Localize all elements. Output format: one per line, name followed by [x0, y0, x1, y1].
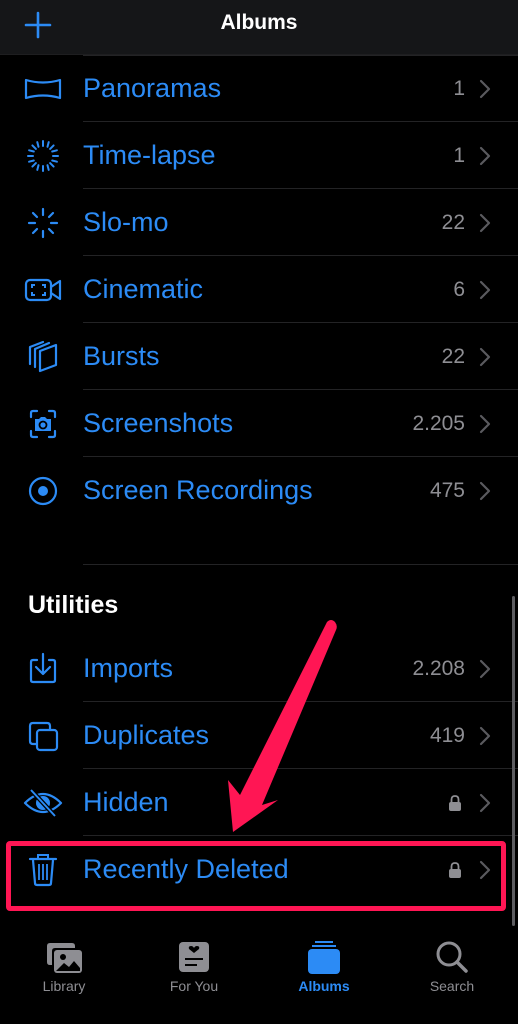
albums-list: Panoramas 1 Time-lapse 1 Slo-mo 22 Cinem…: [0, 55, 518, 903]
utility-label: Hidden: [83, 787, 169, 817]
utilities-section-header: Utilities: [0, 571, 518, 635]
album-row-screen-recordings[interactable]: Screen Recordings 475: [0, 457, 518, 524]
page-title: Albums: [220, 11, 298, 34]
tab-library[interactable]: Library: [14, 940, 114, 1010]
tab-label: Search: [429, 978, 475, 994]
import-icon: [29, 652, 57, 683]
album-label: Screen Recordings: [83, 475, 313, 505]
chevron-right-icon: [479, 860, 491, 879]
slomo-icon: [27, 207, 59, 238]
tab-label: Library: [42, 978, 86, 994]
album-label: Cinematic: [83, 274, 204, 304]
tab-albums[interactable]: Albums: [274, 940, 374, 1010]
utility-row-imports[interactable]: Imports 2.208: [0, 635, 518, 702]
for-you-icon: [179, 942, 209, 972]
utility-label: Duplicates: [83, 720, 210, 750]
album-count: 2.205: [412, 411, 465, 435]
album-label: Time-lapse: [83, 140, 216, 170]
chevron-right-icon: [479, 347, 491, 366]
album-count: 1: [453, 76, 465, 100]
screenshot-icon: [29, 409, 57, 438]
tab-for-you[interactable]: For You: [144, 940, 244, 1010]
chevron-right-icon: [479, 146, 491, 165]
scrollbar[interactable]: [512, 596, 515, 926]
section-separator: [83, 564, 518, 565]
album-label: Screenshots: [83, 408, 234, 438]
album-count: 475: [429, 478, 465, 502]
album-row-slo-mo[interactable]: Slo-mo 22: [0, 189, 518, 256]
utility-label: Imports: [83, 653, 174, 683]
utility-label: Recently Deleted: [83, 854, 289, 884]
navigation-bar: Albums: [0, 0, 518, 55]
album-row-cinematic[interactable]: Cinematic 6: [0, 256, 518, 323]
utility-row-recently-deleted[interactable]: Recently Deleted: [0, 836, 518, 903]
library-icon: [47, 943, 82, 973]
utility-count: 2.208: [412, 656, 465, 680]
album-row-screenshots[interactable]: Screenshots 2.205: [0, 390, 518, 457]
tab-search[interactable]: Search: [402, 940, 502, 1010]
album-row-bursts[interactable]: Bursts 22: [0, 323, 518, 390]
album-label: Panoramas: [83, 73, 222, 103]
album-count: 6: [453, 277, 465, 301]
chevron-right-icon: [479, 414, 491, 433]
album-count: 22: [441, 344, 465, 368]
lock-icon: [449, 861, 461, 878]
album-count: 22: [441, 210, 465, 234]
chevron-right-icon: [479, 213, 491, 232]
chevron-right-icon: [479, 659, 491, 678]
lock-icon: [449, 794, 461, 811]
section-gap: [0, 524, 518, 571]
chevron-right-icon: [479, 79, 491, 98]
panorama-icon: [24, 78, 62, 99]
utility-count: 419: [429, 723, 465, 747]
tab-bar: Library For You Albums Search: [0, 930, 518, 1024]
tab-label: Albums: [298, 978, 350, 994]
album-label: Slo-mo: [83, 207, 169, 237]
search-icon: [436, 941, 468, 973]
timelapse-icon: [27, 139, 59, 172]
duplicates-icon: [28, 721, 59, 751]
album-row-time-lapse[interactable]: Time-lapse 1: [0, 122, 518, 189]
album-count: 1: [453, 143, 465, 167]
screen-recording-icon: [28, 476, 58, 505]
utility-row-duplicates[interactable]: Duplicates 419: [0, 702, 518, 769]
chevron-right-icon: [479, 280, 491, 299]
trash-icon: [28, 853, 58, 886]
chevron-right-icon: [479, 726, 491, 745]
bursts-icon: [28, 340, 58, 372]
album-row-panoramas[interactable]: Panoramas 1: [0, 55, 518, 122]
cinematic-icon: [24, 278, 62, 301]
section-title: Utilities: [28, 591, 119, 619]
tab-label: For You: [169, 978, 219, 994]
hidden-eye-icon: [23, 787, 63, 818]
albums-icon: [308, 941, 340, 974]
utility-row-hidden[interactable]: Hidden: [0, 769, 518, 836]
chevron-right-icon: [479, 481, 491, 500]
album-label: Bursts: [83, 341, 160, 371]
chevron-right-icon: [479, 793, 491, 812]
